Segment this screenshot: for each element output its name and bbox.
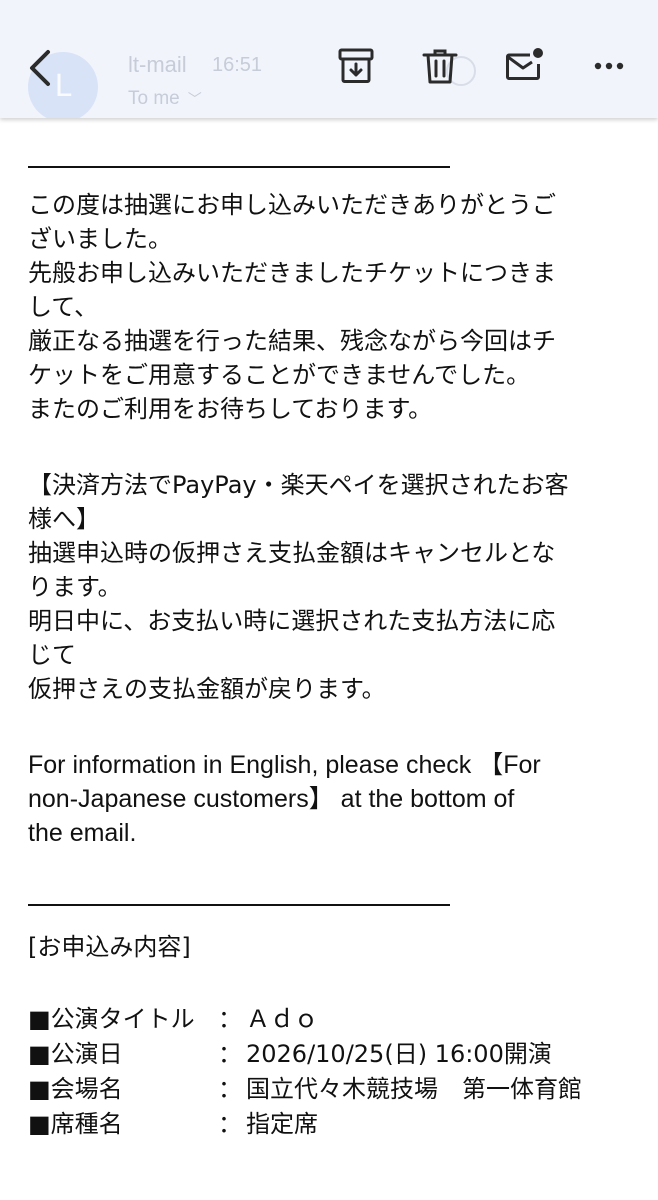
sent-time: 16:51	[212, 54, 263, 76]
detail-label: ■公演タイトル	[28, 1005, 195, 1033]
detail-separator: ：	[218, 1005, 242, 1033]
body-line: 抽選申込時の仮押さえ支払金額はキャンセルとな	[28, 539, 556, 567]
body-line: ります。	[28, 573, 122, 601]
detail-separator: ：	[218, 1040, 242, 1068]
body-line: ケットをご用意することができませんでした。	[28, 361, 531, 389]
email-toolbar: L lt-mail 16:51 To me ﹀	[0, 0, 658, 118]
detail-label: ■公演日	[28, 1040, 123, 1068]
detail-row: ■公演タイトル ： Ａｄｏ	[28, 1002, 638, 1037]
body-line: 様へ】	[28, 505, 100, 533]
body-line: して、	[28, 293, 99, 321]
detail-row: ■席種名 ： 指定席	[28, 1107, 638, 1142]
delete-button[interactable]	[418, 44, 462, 88]
body-line: 先般お申し込みいただきましたチケットにつきま	[28, 259, 556, 287]
archive-icon	[338, 48, 374, 83]
body-line: 明日中に、お支払い時に選択された支払方法に応	[28, 607, 556, 635]
divider-bottom	[28, 904, 450, 906]
detail-row: ■会場名 ： 国立代々木競技場 第一体育館	[28, 1072, 638, 1107]
body-line: the email.	[28, 819, 137, 847]
more-horizontal-icon	[594, 62, 624, 70]
divider-top	[28, 166, 450, 168]
detail-value: Ａｄｏ	[246, 1005, 318, 1033]
chevron-down-icon: ﹀	[187, 91, 202, 107]
sender-name[interactable]: lt-mail	[128, 52, 187, 78]
english-notice-paragraph: For information in English, please check…	[28, 748, 638, 850]
section-title: [お申込み内容]	[28, 933, 191, 961]
body-line: 【決済方法でPayPay・楽天ペイを選択されたお客	[28, 471, 569, 499]
body-line: For information in English, please check…	[28, 751, 541, 779]
chevron-left-icon	[30, 50, 50, 86]
body-line: ざいました。	[28, 225, 172, 253]
mail-unread-icon	[506, 48, 543, 80]
detail-separator: ：	[218, 1110, 242, 1138]
mark-unread-button[interactable]	[502, 44, 546, 88]
detail-label: ■会場名	[28, 1075, 123, 1103]
body-line: この度は抽選にお申し込みいただきありがとうご	[28, 191, 556, 219]
back-button[interactable]	[20, 44, 60, 92]
body-line: じて	[28, 641, 76, 669]
body-line: non-Japanese customers】 at the bottom of	[28, 785, 515, 813]
more-options-button[interactable]	[588, 44, 632, 88]
detail-label: ■席種名	[28, 1110, 123, 1138]
recipient-toggle[interactable]: To me ﹀	[128, 88, 202, 110]
detail-value: 2026/10/25(日) 16:00開演	[246, 1040, 552, 1068]
body-line: 厳正なる抽選を行った結果、残念ながら今回はチ	[28, 327, 556, 355]
trash-icon	[422, 49, 458, 84]
detail-row: ■公演日 ： 2026/10/25(日) 16:00開演	[28, 1037, 638, 1072]
body-line: 仮押さえの支払金額が戻ります。	[28, 675, 386, 703]
detail-value: 指定席	[246, 1110, 318, 1138]
detail-value: 国立代々木競技場 第一体育館	[246, 1075, 582, 1103]
body-line: またのご利用をお待ちしております。	[28, 395, 433, 423]
recipient-label: To me	[128, 88, 180, 109]
detail-separator: ：	[218, 1075, 242, 1103]
notice-paragraph: この度は抽選にお申し込みいただきありがとうご ざいました。 先般お申し込みいただ…	[28, 188, 638, 426]
application-details: ■公演タイトル ： Ａｄｏ ■公演日 ： 2026/10/25(日) 16:00…	[28, 1002, 638, 1142]
archive-button[interactable]	[334, 44, 378, 88]
payment-paragraph: 【決済方法でPayPay・楽天ペイを選択されたお客 様へ】 抽選申込時の仮押さえ…	[28, 468, 638, 706]
